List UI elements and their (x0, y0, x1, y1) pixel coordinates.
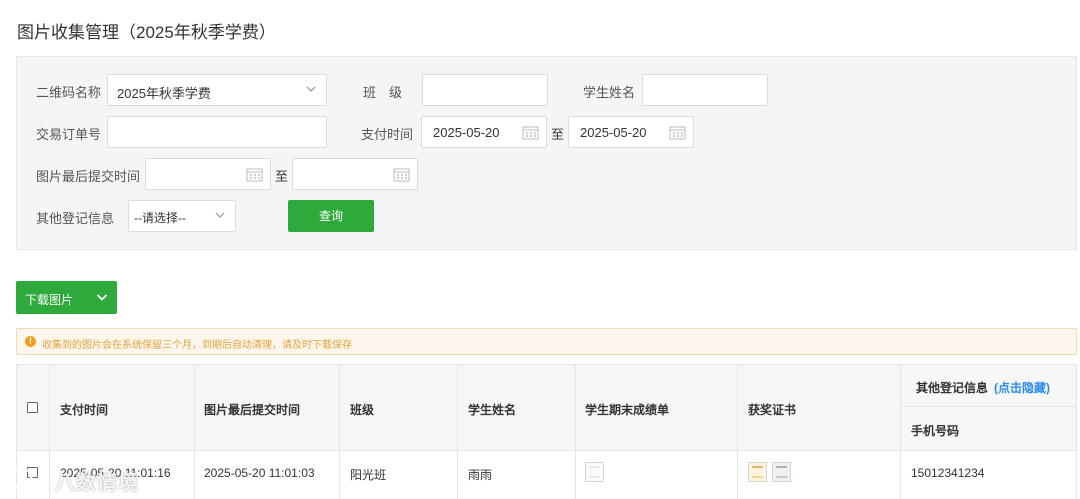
student-name-label: 学生姓名 (583, 85, 636, 100)
student-name-input[interactable] (642, 74, 768, 106)
calendar-icon (522, 126, 539, 140)
award-certificate-thumbnail[interactable] (748, 462, 767, 482)
pay-time-from-value: 2025-05-20 (433, 125, 500, 140)
submit-time-to-input[interactable] (292, 158, 418, 190)
chevron-down-icon (215, 212, 225, 218)
submit-time-from-input[interactable] (145, 158, 271, 190)
download-images-label: 下载图片 (25, 293, 74, 307)
row-divider (900, 406, 1077, 407)
download-images-button[interactable]: 下载图片 (16, 281, 117, 314)
cell-phone: 15012341234 (911, 466, 985, 480)
column-divider (339, 365, 340, 499)
header-other-info-label: 其他登记信息 (916, 381, 989, 395)
column-divider (457, 365, 458, 499)
retention-notice: ! 收集到的图片会在系统保留三个月，到期后自动清理，请及时下载保存 (16, 328, 1077, 355)
watermark-logo-icon (10, 467, 33, 490)
qr-name-value: 2025年秋季学费 (117, 86, 211, 101)
pay-time-label: 支付时间 (361, 127, 414, 142)
header-pay-time: 支付时间 (60, 403, 109, 417)
qr-name-label: 二维码名称 (36, 85, 102, 100)
order-no-label: 交易订单号 (36, 127, 102, 142)
header-class: 班级 (350, 403, 375, 417)
pay-time-to-value: 2025-05-20 (580, 125, 647, 140)
order-no-input[interactable] (107, 116, 327, 148)
page-title: 图片收集管理（2025年秋季学费） (17, 23, 276, 42)
watermark-text: 八数情境 (55, 472, 139, 494)
info-icon: ! (25, 336, 36, 347)
header-other-info: 其他登记信息 (点击隐藏) (916, 379, 1050, 396)
other-info-value: --请选择-- (134, 211, 186, 225)
filter-panel: 二维码名称 2025年秋季学费 班 级 学生姓名 交易订单号 支付时间 2025… (16, 56, 1077, 250)
select-all-checkbox[interactable] (27, 402, 38, 413)
watermark: 八数情境 (8, 462, 148, 496)
submit-time-label: 图片最后提交时间 (36, 169, 141, 184)
header-phone: 手机号码 (911, 424, 960, 438)
qr-name-select[interactable]: 2025年秋季学费 (107, 74, 327, 106)
records-table: 支付时间 图片最后提交时间 班级 学生姓名 学生期末成绩单 获奖证书 其他登记信… (16, 364, 1077, 499)
column-divider (900, 365, 901, 499)
header-final-grades: 学生期末成绩单 (585, 403, 670, 417)
class-input[interactable] (422, 74, 548, 106)
retention-notice-text: 收集到的图片会在系统保留三个月，到期后自动清理，请及时下载保存 (42, 340, 352, 351)
header-student-name: 学生姓名 (468, 403, 517, 417)
chevron-down-icon[interactable] (96, 292, 108, 303)
cell-student-name: 雨雨 (468, 468, 493, 482)
hide-other-info-link[interactable]: (点击隐藏) (994, 381, 1050, 395)
calendar-icon (669, 126, 686, 140)
class-label: 班 级 (363, 85, 403, 100)
pay-time-to-input[interactable]: 2025-05-20 (568, 116, 694, 148)
other-info-label: 其他登记信息 (36, 211, 115, 226)
query-button[interactable]: 查询 (288, 200, 374, 232)
award-certificate-thumbnail[interactable] (772, 462, 791, 482)
pay-time-from-input[interactable]: 2025-05-20 (421, 116, 547, 148)
pay-time-range-separator: 至 (551, 127, 565, 142)
other-info-select[interactable]: --请选择-- (128, 200, 236, 232)
calendar-icon (246, 168, 263, 182)
grade-sheet-thumbnail[interactable] (585, 462, 604, 482)
cell-submit-time: 2025-05-20 11:01:03 (204, 466, 315, 480)
row-divider (17, 450, 1076, 451)
header-submit-time: 图片最后提交时间 (204, 403, 301, 417)
column-divider (194, 365, 195, 499)
calendar-icon (393, 168, 410, 182)
submit-time-range-separator: 至 (275, 169, 289, 184)
column-divider (575, 365, 576, 499)
column-divider (737, 365, 738, 499)
header-award-cert: 获奖证书 (748, 403, 797, 417)
cell-class: 阳光班 (350, 468, 387, 482)
chevron-down-icon (306, 86, 316, 92)
